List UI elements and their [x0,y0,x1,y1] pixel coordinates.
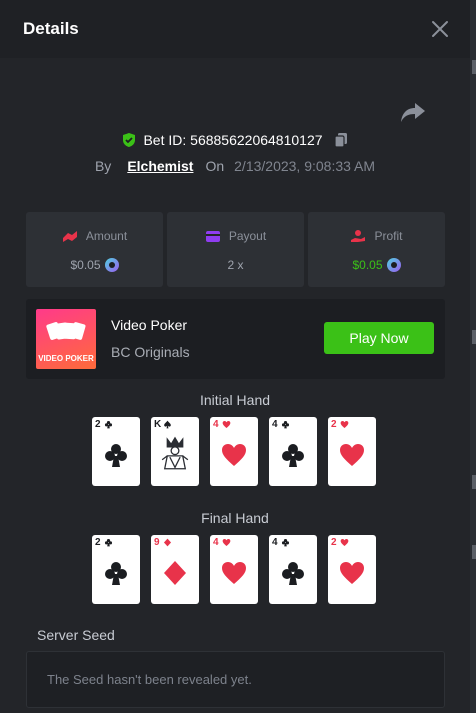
club-suit-icon [281,420,290,429]
profit-icon [351,230,366,242]
modal-header: Details [0,0,470,58]
final-hand-label: Final Hand [201,510,269,526]
final-card: 2 [92,535,140,604]
game-name: Video Poker [111,317,188,333]
details-modal: Details Bet ID: 56885622064810127 By Elc… [0,0,470,713]
heart-suit-icon [340,420,349,429]
card-rank: 9 [154,537,160,548]
verified-shield-icon [123,133,136,147]
server-seed-text: The Seed hasn't been revealed yet. [47,672,252,687]
amount-value: $0.05 [70,258,101,272]
initial-card: 2 [328,417,376,486]
initial-hand-cards: 2 K 4 4 2 [92,417,382,486]
game-provider: BC Originals [111,344,190,360]
initial-card: 2 [92,417,140,486]
final-card: 4 [210,535,258,604]
server-seed-box: The Seed hasn't been revealed yet. [26,651,445,708]
final-hand-cards: 2 9 4 4 2 [92,535,382,604]
final-card: 2 [328,535,376,604]
club-suit-icon [104,420,113,429]
modal-title: Details [23,19,79,38]
user-link[interactable]: Elchemist [127,158,193,174]
game-card: VIDEO POKER Video Poker BC Originals Pla… [26,299,445,379]
initial-card: 4 [210,417,258,486]
coin-icon [104,258,119,272]
club-suit-icon [281,538,290,547]
card-rank: 2 [95,537,101,548]
diamond-suit-icon [164,561,186,585]
bet-id-line: Bet ID: 56885622064810127 [0,132,470,148]
initial-hand-label: Initial Hand [199,392,271,408]
card-rank: 4 [213,419,219,430]
amount-icon [62,231,77,242]
profit-value: $0.05 [352,258,383,272]
game-thumbnail-text: VIDEO POKER [38,354,94,363]
server-seed-label: Server Seed [37,627,115,643]
heart-suit-icon [222,538,231,547]
coin-icon [386,258,401,272]
share-icon[interactable] [400,100,426,124]
club-suit-icon [282,444,304,467]
profit-label: Profit [374,229,403,243]
stat-amount: Amount $0.05 [26,212,163,287]
bet-stats: Amount $0.05 Payout 2 x Profit $0.05 [26,212,445,287]
spade-suit-icon [164,420,171,429]
heart-suit-icon [222,444,246,466]
club-suit-icon [105,444,127,467]
bet-byline: By Elchemist On 2/13/2023, 9:08:33 AM [0,158,470,174]
stat-payout: Payout 2 x [167,212,304,287]
initial-card: K [151,417,199,486]
diamond-suit-icon [163,538,172,547]
game-thumbnail[interactable]: VIDEO POKER [36,309,96,369]
payout-value: 2 x [227,258,244,272]
backdrop-mark [472,545,476,559]
modal-body [7,58,470,713]
card-rank: 4 [272,537,278,548]
final-card: 4 [269,535,317,604]
payout-icon [205,230,220,242]
heart-suit-icon [340,562,364,584]
card-rank: 2 [331,537,337,548]
bet-date: 2/13/2023, 9:08:33 AM [234,158,376,174]
close-icon[interactable] [428,17,452,41]
heart-suit-icon [340,444,364,466]
copy-icon[interactable] [333,132,349,148]
club-suit-icon [282,562,304,585]
bet-id: Bet ID: 56885622064810127 [143,132,323,148]
final-card: 9 [151,535,199,604]
heart-suit-icon [340,538,349,547]
initial-card: 4 [269,417,317,486]
club-suit-icon [104,538,113,547]
card-rank: 4 [213,537,219,548]
heart-suit-icon [222,562,246,584]
club-suit-icon [105,562,127,585]
on-label: On [205,158,225,174]
amount-label: Amount [85,229,128,243]
backdrop-mark [472,330,476,344]
backdrop-mark [472,475,476,489]
payout-label: Payout [228,229,267,243]
card-rank: 4 [272,419,278,430]
card-rank: 2 [95,419,101,430]
heart-suit-icon [222,420,231,429]
stat-profit: Profit $0.05 [308,212,445,287]
king-figure-icon [161,436,189,470]
card-rank: 2 [331,419,337,430]
by-label: By [94,158,112,174]
play-now-button[interactable]: Play Now [324,322,434,354]
backdrop-mark [472,60,476,74]
